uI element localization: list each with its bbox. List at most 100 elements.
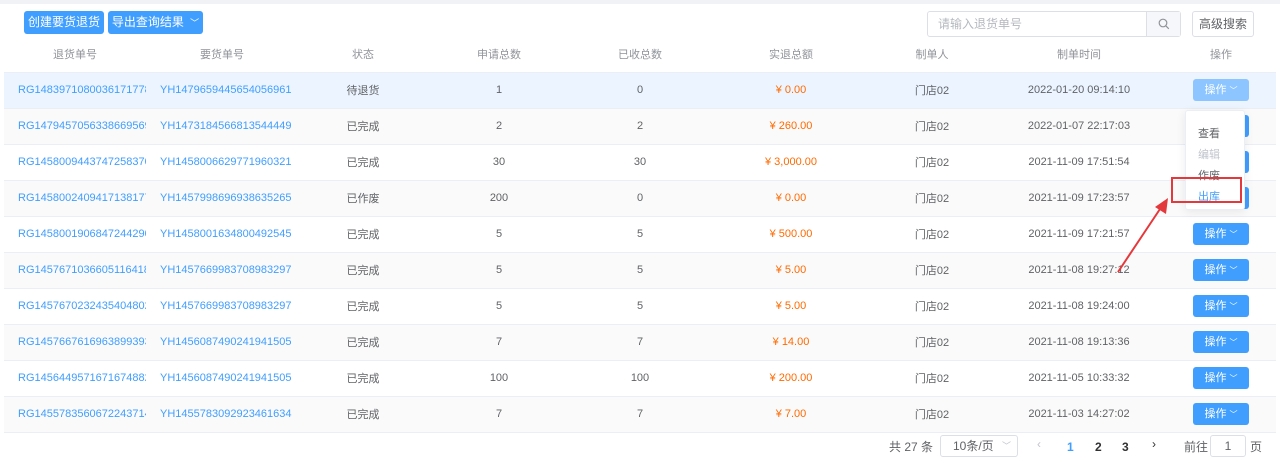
row-action-button[interactable]: 操作﹀ — [1193, 79, 1249, 101]
cell-creator: 门店02 — [914, 373, 950, 385]
chevron-down-icon: ﹀ — [1229, 302, 1238, 311]
menu-item-view[interactable]: 查看 — [1198, 125, 1220, 141]
row-action-button[interactable]: 操作﹀ — [1193, 367, 1249, 389]
table-row: RG1457670232435404802 YH14576699837089832… — [4, 288, 1276, 325]
cell-received-total: 0 — [636, 192, 644, 204]
cell-creator: 门店02 — [914, 409, 950, 421]
chevron-down-icon: ﹀ — [1229, 266, 1238, 275]
cell-creator: 门店02 — [914, 193, 950, 205]
cell-status: 已完成 — [346, 157, 380, 169]
table-row: RG1456449571671674882 YH14560874902419415… — [4, 360, 1276, 397]
cell-applied-total: 1 — [495, 84, 503, 96]
col-status: 状态 — [298, 37, 428, 73]
cell-status: 已作废 — [346, 193, 380, 205]
cell-order-no[interactable]: YH1455783092923461634 — [160, 408, 292, 420]
create-return-button[interactable]: 创建要货退货 — [24, 11, 104, 34]
search-icon — [1158, 18, 1169, 30]
cell-creator: 门店02 — [914, 337, 950, 349]
cell-received-total: 5 — [636, 300, 644, 312]
table-row: RG1457667616963899393 YH14560874902419415… — [4, 324, 1276, 361]
advanced-search-button[interactable]: 高级搜索 — [1192, 11, 1254, 37]
action-label: 操作 — [1204, 84, 1227, 96]
cell-creator: 门店02 — [914, 85, 950, 97]
cell-return-no[interactable]: RG1457671036605116418 — [18, 264, 146, 276]
cell-created-time: 2021-11-09 17:51:54 — [1028, 156, 1130, 168]
page-2[interactable]: 2 — [1095, 440, 1102, 454]
cell-status: 已完成 — [346, 409, 380, 421]
action-label: 操作 — [1204, 264, 1227, 276]
cell-creator: 门店02 — [914, 121, 950, 133]
cell-order-no[interactable]: YH1456087490241941505 — [160, 372, 292, 384]
goto-page-input[interactable]: 1 — [1210, 435, 1246, 457]
chevron-down-icon: ﹀ — [1001, 441, 1011, 451]
cell-return-no[interactable]: RG1456449571671674882 — [18, 372, 146, 384]
cell-order-no[interactable]: YH1456087490241941505 — [160, 336, 292, 348]
cell-refund-amount: ¥ 3,000.00 — [765, 156, 817, 168]
cell-return-no[interactable]: RG1458009443747258370 — [18, 156, 146, 168]
row-action-button[interactable]: 操作﹀ — [1193, 259, 1249, 281]
outbound-highlight-box — [1171, 177, 1242, 203]
cell-order-no[interactable]: YH1457669983708983297 — [160, 300, 292, 312]
cell-order-no[interactable]: YH1479659445654056961 — [160, 84, 292, 96]
table-row: RG1458009443747258370 YH14580066297719603… — [4, 144, 1276, 181]
cell-creator: 门店02 — [914, 265, 950, 277]
cell-order-no[interactable]: YH1457998696938635265 — [160, 192, 292, 204]
cell-order-no[interactable]: YH1458001634800492545 — [160, 228, 292, 240]
cell-order-no[interactable]: YH1457669983708983297 — [160, 264, 292, 276]
chevron-left-icon[interactable]: ‹ — [1037, 437, 1041, 451]
cell-applied-total: 5 — [495, 228, 503, 240]
search-button[interactable] — [1146, 12, 1180, 36]
cell-return-no[interactable]: RG1483971080036171778 — [18, 84, 146, 96]
chevron-down-icon: ﹀ — [1229, 86, 1238, 95]
cell-refund-amount: ¥ 5.00 — [775, 300, 807, 312]
col-actions: 操作 — [1166, 37, 1276, 73]
search-input[interactable] — [928, 12, 1146, 36]
cell-applied-total: 7 — [495, 336, 503, 348]
cell-received-total: 7 — [636, 336, 644, 348]
row-action-button[interactable]: 操作﹀ — [1193, 295, 1249, 317]
cell-return-no[interactable]: RG1457667616963899393 — [18, 336, 146, 348]
cell-applied-total: 5 — [495, 264, 503, 276]
cell-status: 已完成 — [346, 301, 380, 313]
col-created-time: 制单时间 — [992, 37, 1166, 73]
cell-refund-amount: ¥ 260.00 — [769, 120, 813, 132]
cell-creator: 门店02 — [914, 157, 950, 169]
cell-received-total: 2 — [636, 120, 644, 132]
cell-created-time: 2022-01-20 09:14:10 — [1027, 84, 1131, 96]
action-label: 操作 — [1204, 372, 1227, 384]
cell-return-no[interactable]: RG1458001906847244290 — [18, 228, 146, 240]
row-action-button[interactable]: 操作﹀ — [1193, 331, 1249, 353]
row-action-button[interactable]: 操作﹀ — [1193, 223, 1249, 245]
cell-return-no[interactable]: RG1455783560672243714 — [18, 408, 146, 420]
returns-table: 退货单号 要货单号 状态 申请总数 已收总数 实退总额 制单人 制单时间 操作 … — [4, 37, 1276, 433]
action-label: 操作 — [1204, 228, 1227, 240]
cell-refund-amount: ¥ 200.00 — [769, 372, 813, 384]
chevron-down-icon: ﹀ — [1229, 230, 1238, 239]
cell-return-no[interactable]: RG1458002409417138177 — [18, 192, 146, 204]
col-return-no: 退货单号 — [4, 37, 146, 73]
cell-order-no[interactable]: YH1458006629771960321 — [160, 156, 292, 168]
table-row: RG1479457056338669569 YH14731845668135444… — [4, 108, 1276, 145]
chevron-down-icon: ﹀ — [1229, 410, 1238, 419]
cell-received-total: 7 — [636, 408, 644, 420]
cell-status: 已完成 — [346, 265, 380, 277]
page-size-select[interactable]: 10条/页 ﹀ — [940, 435, 1018, 457]
cell-applied-total: 2 — [495, 120, 503, 132]
export-results-button[interactable]: 导出查询结果 ﹀ — [108, 11, 203, 34]
cell-return-no[interactable]: RG1479457056338669569 — [18, 120, 146, 132]
chevron-down-icon: ﹀ — [1229, 374, 1238, 383]
cell-status: 已完成 — [346, 121, 380, 133]
goto-prefix: 前往 — [1184, 440, 1209, 454]
cell-refund-amount: ¥ 500.00 — [769, 228, 813, 240]
table-row: RG1458001906847244290 YH14580016348004925… — [4, 216, 1276, 253]
cell-received-total: 100 — [630, 372, 650, 384]
cell-return-no[interactable]: RG1457670232435404802 — [18, 300, 146, 312]
chevron-right-icon[interactable]: › — [1152, 437, 1156, 451]
page-3[interactable]: 3 — [1122, 440, 1129, 454]
row-action-button[interactable]: 操作﹀ — [1193, 403, 1249, 425]
cell-applied-total: 5 — [495, 300, 503, 312]
page-1[interactable]: 1 — [1067, 440, 1074, 454]
cell-order-no[interactable]: YH1473184566813544449 — [160, 120, 292, 132]
col-order-no: 要货单号 — [146, 37, 298, 73]
cell-status: 已完成 — [346, 337, 380, 349]
